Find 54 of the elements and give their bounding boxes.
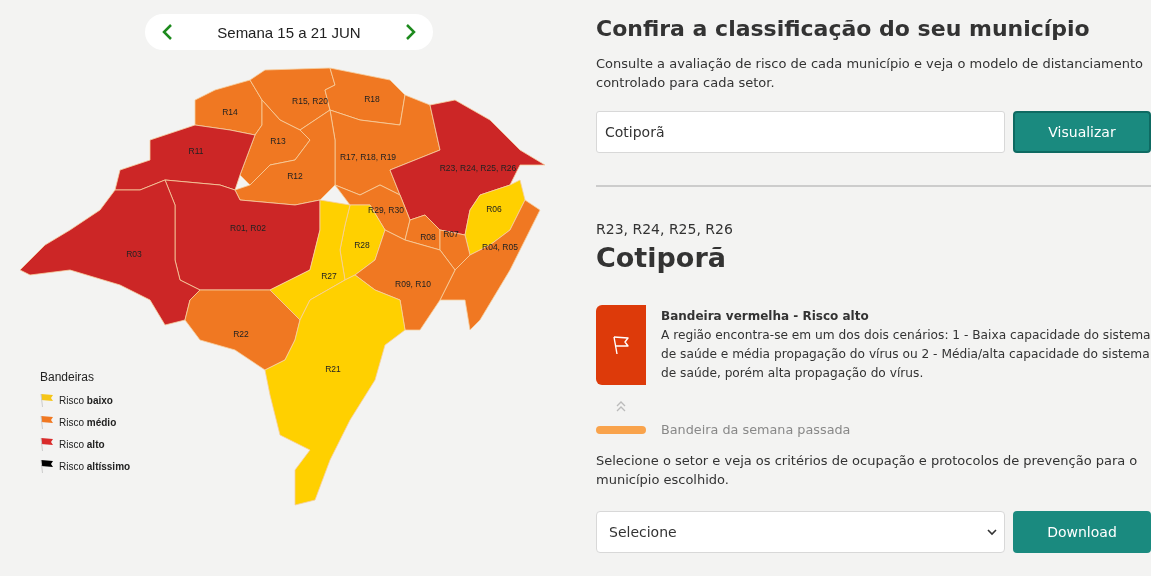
region-label: R04, R05	[482, 242, 518, 252]
legend-label: Risco altíssimo	[59, 461, 131, 472]
region-label: R18	[364, 94, 380, 104]
legend-label: Risco alto	[59, 439, 105, 450]
region-label: R03	[126, 249, 142, 259]
flag-title: Bandeira vermelha - Risco alto	[661, 309, 870, 323]
map-region[interactable]	[329, 94, 441, 196]
region-label: R06	[486, 204, 502, 214]
region-label: R22	[233, 329, 249, 339]
municipality-field[interactable]: Cotiporã	[596, 111, 1005, 153]
region-label: R17, R18, R19	[339, 152, 397, 162]
region-label: R08	[420, 232, 436, 242]
flag-description: A região encontra-se em um dos dois cenários: 1 - Baixa capacidade do sistema de saúde e média propagação do vírus ou 2 - Média/alta capacidade do sistema de saúde, porém alta propagação do vírus.	[661, 327, 1151, 382]
map-region[interactable]	[239, 99, 311, 186]
region-label: R01, R02	[230, 223, 266, 233]
map-region[interactable]	[114, 124, 256, 191]
region-label: R15, R20	[292, 96, 328, 106]
region-label: R07	[443, 229, 459, 239]
map-region[interactable]	[339, 204, 386, 281]
legend-label: Risco baixo	[59, 395, 113, 406]
chevron-down-icon	[986, 526, 998, 538]
double-chevron-icon	[614, 399, 628, 413]
map-region[interactable]	[269, 199, 351, 321]
map-region[interactable]	[164, 179, 321, 291]
region-label: R29, R30	[368, 205, 404, 215]
region-label: R28	[354, 240, 370, 250]
description: Consulte a avaliação de risco de cada município e veja o modelo de distanciamento controlado para cada setor.	[596, 55, 1145, 92]
map-region[interactable]	[464, 179, 526, 256]
municipality-name: Cotiporã	[596, 241, 727, 275]
map-region[interactable]	[184, 289, 301, 371]
flag-icon	[611, 334, 631, 356]
previous-week-label: Bandeira da semana passada	[661, 422, 851, 437]
legend-title: Bandeiras	[40, 370, 96, 384]
sector-select[interactable]: Selecione	[596, 511, 1005, 553]
page-title: Confira a classificação do seu município	[596, 15, 1091, 43]
region-codes: R23, R24, R25, R26	[596, 221, 734, 237]
region-label: R13	[270, 136, 286, 146]
region-label: R21	[325, 364, 341, 374]
view-button[interactable]: Visualizar	[1013, 111, 1151, 153]
region-label: R14	[222, 107, 238, 117]
map-region[interactable]	[19, 179, 201, 326]
map-region[interactable]	[194, 79, 263, 136]
week-label: Semana 15 a 21 JUN	[217, 23, 361, 41]
legend-label: Risco médio	[59, 417, 117, 428]
region-label: R11	[188, 146, 204, 156]
region-label: R09, R10	[395, 279, 431, 289]
map-region[interactable]	[249, 67, 336, 131]
map-region[interactable]	[439, 229, 471, 271]
region-label: R23, R24, R25, R26	[439, 163, 517, 173]
map-region[interactable]	[439, 199, 541, 331]
region-label: R12	[287, 171, 303, 181]
region-label: R27	[321, 271, 337, 281]
sector-instructions: Selecione o setor e veja os critérios de ocupação e protocolos de prevenção para o município escolhido.	[596, 452, 1139, 489]
download-button[interactable]: Download	[1013, 511, 1151, 553]
